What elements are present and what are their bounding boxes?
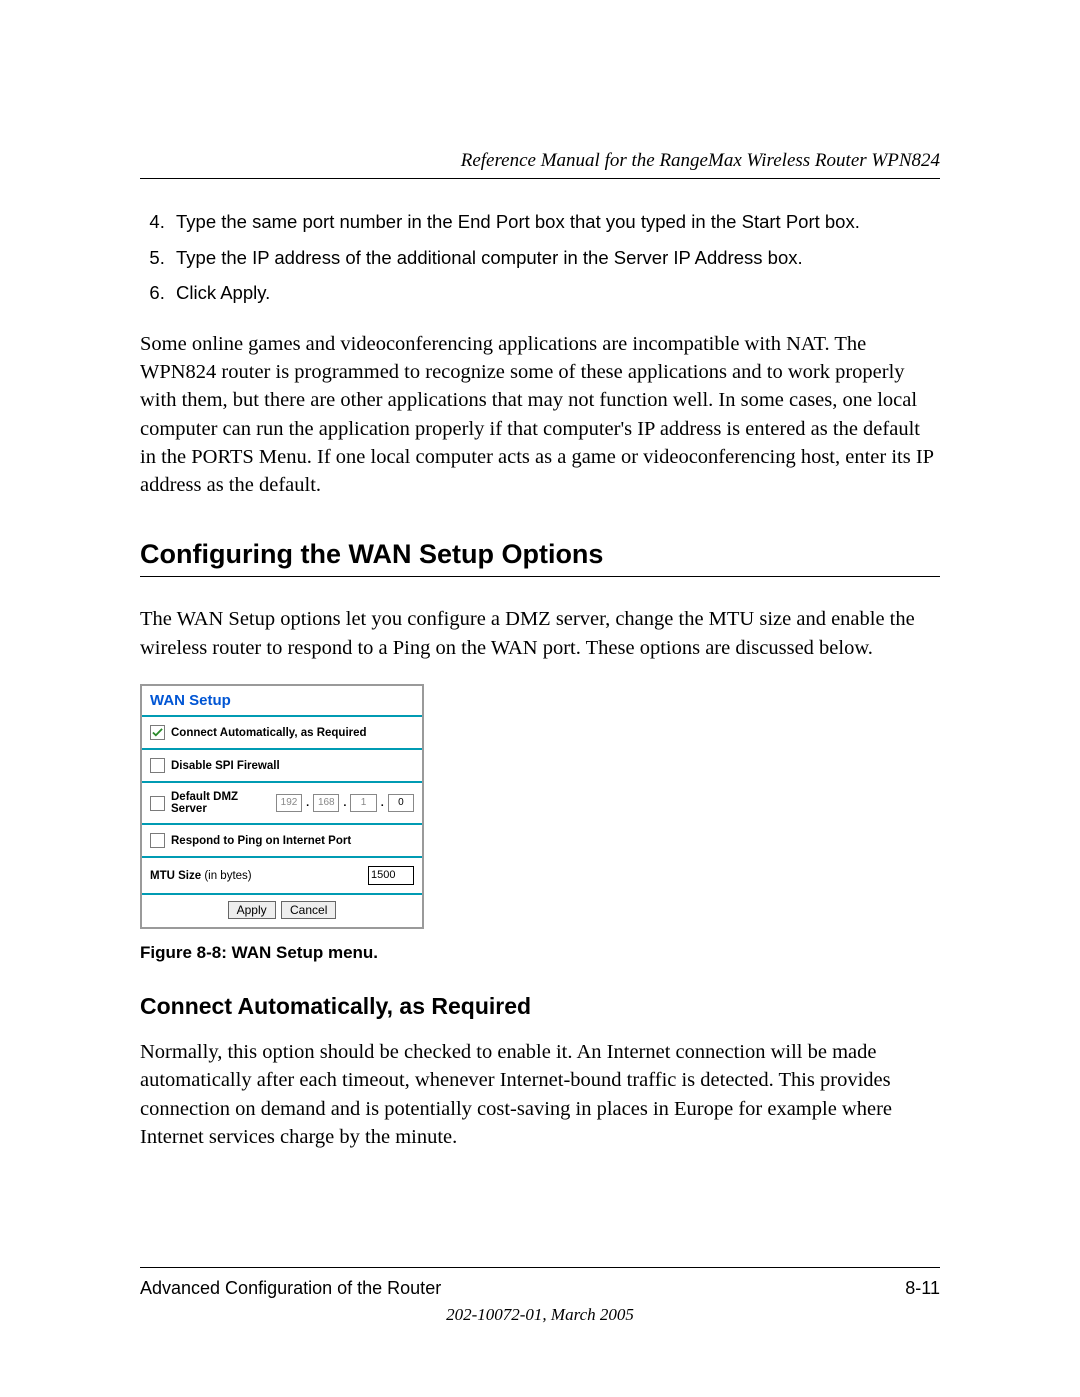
paragraph-nat: Some online games and videoconferencing …	[140, 330, 940, 500]
dmz-octet-4[interactable]: 0	[388, 794, 414, 812]
page: Reference Manual for the RangeMax Wirele…	[0, 0, 1080, 1397]
mtu-label: MTU Size (in bytes)	[150, 870, 252, 882]
step-4: Type the same port number in the End Por…	[170, 207, 940, 237]
step-5: Type the IP address of the additional co…	[170, 243, 940, 273]
mtu-input[interactable]: 1500	[368, 866, 414, 885]
footer-page-number: 8-11	[905, 1278, 940, 1299]
mtu-label-paren: (in bytes)	[204, 870, 251, 882]
section-rule	[140, 576, 940, 577]
section-heading: Configuring the WAN Setup Options	[140, 539, 940, 570]
check-icon	[152, 727, 163, 738]
section-intro: The WAN Setup options let you configure …	[140, 605, 940, 662]
disable-spi-checkbox[interactable]	[150, 758, 165, 773]
row-respond-ping: Respond to Ping on Internet Port	[142, 825, 422, 858]
dmz-label: Default DMZ Server	[171, 791, 270, 815]
wan-buttons: Apply Cancel	[142, 895, 422, 927]
connect-auto-checkbox[interactable]	[150, 725, 165, 740]
footer-doc-id: 202-10072-01, March 2005	[140, 1305, 940, 1325]
mtu-label-text: MTU Size	[150, 870, 201, 882]
subsection-heading: Connect Automatically, as Required	[140, 993, 940, 1020]
running-header: Reference Manual for the RangeMax Wirele…	[140, 150, 940, 172]
dmz-octet-3[interactable]: 1	[350, 794, 376, 812]
cancel-button[interactable]: Cancel	[281, 901, 336, 919]
dmz-octet-1[interactable]: 192	[276, 794, 302, 812]
step-6: Click Apply.	[170, 278, 940, 308]
dot-icon: .	[343, 797, 346, 809]
footer-row: Advanced Configuration of the Router 8-1…	[140, 1278, 940, 1299]
figure-caption: Figure 8-8: WAN Setup menu.	[140, 943, 940, 963]
disable-spi-label: Disable SPI Firewall	[171, 760, 280, 772]
footer-rule	[140, 1267, 940, 1268]
row-connect-auto: Connect Automatically, as Required	[142, 717, 422, 750]
row-dmz: Default DMZ Server 192 . 168 . 1 . 0	[142, 783, 422, 825]
wan-setup-panel: WAN Setup Connect Automatically, as Requ…	[140, 684, 424, 929]
page-footer: Advanced Configuration of the Router 8-1…	[140, 1267, 940, 1325]
header-rule	[140, 178, 940, 179]
footer-left: Advanced Configuration of the Router	[140, 1278, 441, 1299]
subsection-body: Normally, this option should be checked …	[140, 1038, 940, 1151]
dmz-checkbox[interactable]	[150, 796, 165, 811]
dot-icon: .	[306, 797, 309, 809]
respond-ping-checkbox[interactable]	[150, 833, 165, 848]
apply-button[interactable]: Apply	[228, 901, 276, 919]
numbered-steps: Type the same port number in the End Por…	[140, 207, 940, 308]
dot-icon: .	[381, 797, 384, 809]
connect-auto-label: Connect Automatically, as Required	[171, 727, 367, 739]
respond-ping-label: Respond to Ping on Internet Port	[171, 835, 351, 847]
wan-setup-title: WAN Setup	[142, 686, 422, 717]
row-mtu: MTU Size (in bytes) 1500	[142, 858, 422, 895]
dmz-octet-2[interactable]: 168	[313, 794, 339, 812]
row-disable-spi: Disable SPI Firewall	[142, 750, 422, 783]
